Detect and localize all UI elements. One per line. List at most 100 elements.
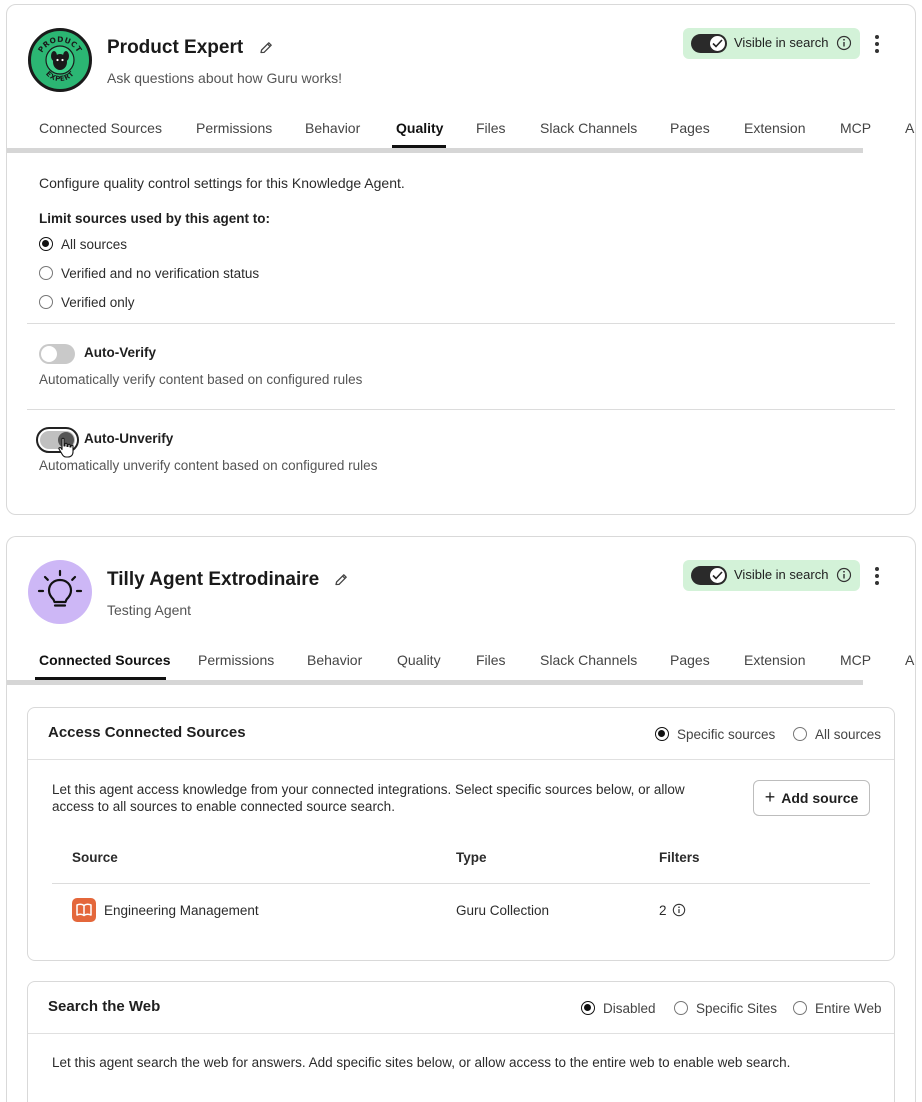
tab-pages[interactable]: Pages (670, 120, 710, 136)
visible-in-search-toggle[interactable] (691, 566, 727, 585)
radio-all-sources[interactable]: All sources (39, 235, 127, 253)
radio-button[interactable] (39, 237, 53, 251)
tab-slack-channels[interactable]: Slack Channels (540, 120, 637, 136)
radio-label: Verified and no verification status (61, 265, 260, 281)
radio-button[interactable] (793, 1001, 807, 1015)
agent-title: Tilly Agent Extrodinaire (107, 569, 320, 590)
check-icon (712, 571, 723, 580)
radio-label: All sources (815, 726, 882, 742)
agent-subtitle: Testing Agent (107, 602, 192, 618)
tab-connected-sources[interactable]: Connected Sources (39, 652, 170, 668)
tabs-scrollbar[interactable] (7, 680, 863, 685)
panel-description-line: access to all sources to enable connecte… (52, 799, 395, 814)
hand-cursor-icon (58, 437, 74, 458)
tab-files[interactable]: Files (476, 652, 506, 668)
radio-label: Specific sources (677, 726, 776, 742)
auto-verify-description: Automatically verify content based on co… (39, 372, 363, 387)
book-icon (76, 903, 92, 917)
tab-slack-channels[interactable]: Slack Channels (540, 652, 637, 668)
more-options-kebab-icon[interactable] (873, 35, 881, 55)
agent-subtitle: Ask questions about how Guru works! (107, 70, 343, 86)
radio-label: All sources (61, 236, 128, 252)
agent-card-product-expert: PRODUCT EXPERT Product Expert Ask questi… (6, 4, 916, 515)
check-icon (712, 39, 723, 48)
plus-icon: + (764, 786, 776, 807)
info-icon[interactable] (836, 35, 852, 51)
radio-button[interactable] (674, 1001, 688, 1015)
tab-overflow[interactable]: A (905, 120, 914, 136)
search-the-web-panel: Search the Web Disabled Specific Sites E… (27, 981, 895, 1102)
column-header-source: Source (72, 850, 118, 865)
more-options-kebab-icon[interactable] (873, 567, 881, 587)
product-expert-badge-icon: PRODUCT EXPERT (36, 35, 83, 83)
tabs-scrollbar[interactable] (7, 148, 863, 153)
panel-header-divider (28, 1033, 894, 1034)
panel-title: Access Connected Sources (48, 724, 246, 741)
tab-mcp[interactable]: MCP (840, 652, 871, 668)
tab-permissions[interactable]: Permissions (196, 120, 272, 136)
radio-entire-web[interactable]: Entire Web (793, 999, 882, 1017)
quality-description: Configure quality control settings for t… (39, 175, 405, 191)
edit-pencil-icon[interactable] (258, 40, 274, 56)
radio-button[interactable] (655, 727, 669, 741)
tilly-avatar (28, 560, 92, 624)
agent-card-tilly: Tilly Agent Extrodinaire Testing Agent V… (6, 536, 916, 1102)
table-header-divider (52, 883, 870, 884)
column-header-type: Type (456, 850, 487, 865)
auto-verify-title: Auto-Verify (84, 345, 157, 360)
auto-verify-toggle[interactable] (39, 344, 75, 364)
section-divider (27, 323, 895, 324)
tab-quality[interactable]: Quality (396, 120, 443, 136)
panel-title: Search the Web (48, 998, 161, 1015)
visible-in-search-pill: Visible in search (683, 28, 860, 59)
radio-specific-sites[interactable]: Specific Sites (674, 999, 777, 1017)
visible-in-search-label: Visible in search (734, 35, 829, 50)
tab-pages[interactable]: Pages (670, 652, 710, 668)
agent-title: Product Expert (107, 37, 244, 58)
auto-unverify-description: Automatically unverify content based on … (39, 458, 378, 473)
panel-description-line: Let this agent access knowledge from you… (52, 782, 685, 797)
tab-permissions[interactable]: Permissions (198, 652, 274, 668)
info-icon[interactable] (836, 567, 852, 583)
panel-description: Let this agent search the web for answer… (52, 1055, 791, 1070)
radio-button[interactable] (581, 1001, 595, 1015)
add-source-label: Add source (781, 790, 859, 806)
source-icon (72, 898, 96, 922)
visible-in-search-toggle[interactable] (691, 34, 727, 53)
visible-in-search-label: Visible in search (734, 567, 829, 582)
tab-behavior[interactable]: Behavior (307, 652, 362, 668)
radio-verified-only[interactable]: Verified only (39, 293, 135, 311)
tab-behavior[interactable]: Behavior (305, 120, 360, 136)
tab-extension[interactable]: Extension (744, 120, 805, 136)
radio-specific-sources[interactable]: Specific sources (655, 725, 775, 743)
panel-header-divider (28, 759, 894, 760)
tab-quality[interactable]: Quality (397, 652, 441, 668)
tab-extension[interactable]: Extension (744, 652, 805, 668)
radio-button[interactable] (39, 295, 53, 309)
add-source-button[interactable]: + Add source (753, 780, 870, 816)
panel-description: Let this agent access knowledge from you… (52, 781, 685, 815)
radio-all-sources[interactable]: All sources (793, 725, 881, 743)
radio-disabled[interactable]: Disabled (581, 999, 656, 1017)
access-connected-sources-panel: Access Connected Sources Specific source… (27, 707, 895, 961)
tab-mcp[interactable]: MCP (840, 120, 871, 136)
source-filters-count: 2 (659, 903, 667, 918)
info-icon[interactable] (672, 903, 686, 917)
lightbulb-icon (37, 569, 83, 607)
tab-connected-sources[interactable]: Connected Sources (39, 120, 162, 136)
radio-label: Verified only (61, 294, 135, 310)
column-header-filters: Filters (659, 850, 700, 865)
product-expert-avatar: PRODUCT EXPERT (28, 28, 92, 92)
tab-overflow[interactable]: A (905, 652, 914, 668)
tab-files[interactable]: Files (476, 120, 506, 136)
radio-button[interactable] (39, 266, 53, 280)
visible-in-search-pill: Visible in search (683, 560, 860, 591)
auto-unverify-title: Auto-Unverify (84, 431, 174, 446)
edit-pencil-icon[interactable] (333, 572, 349, 588)
limit-sources-label: Limit sources used by this agent to: (39, 211, 271, 226)
radio-verified-and-no-status[interactable]: Verified and no verification status (39, 264, 259, 282)
radio-button[interactable] (793, 727, 807, 741)
radio-label: Specific Sites (696, 1000, 778, 1016)
source-name: Engineering Management (104, 903, 259, 918)
section-divider (27, 409, 895, 410)
